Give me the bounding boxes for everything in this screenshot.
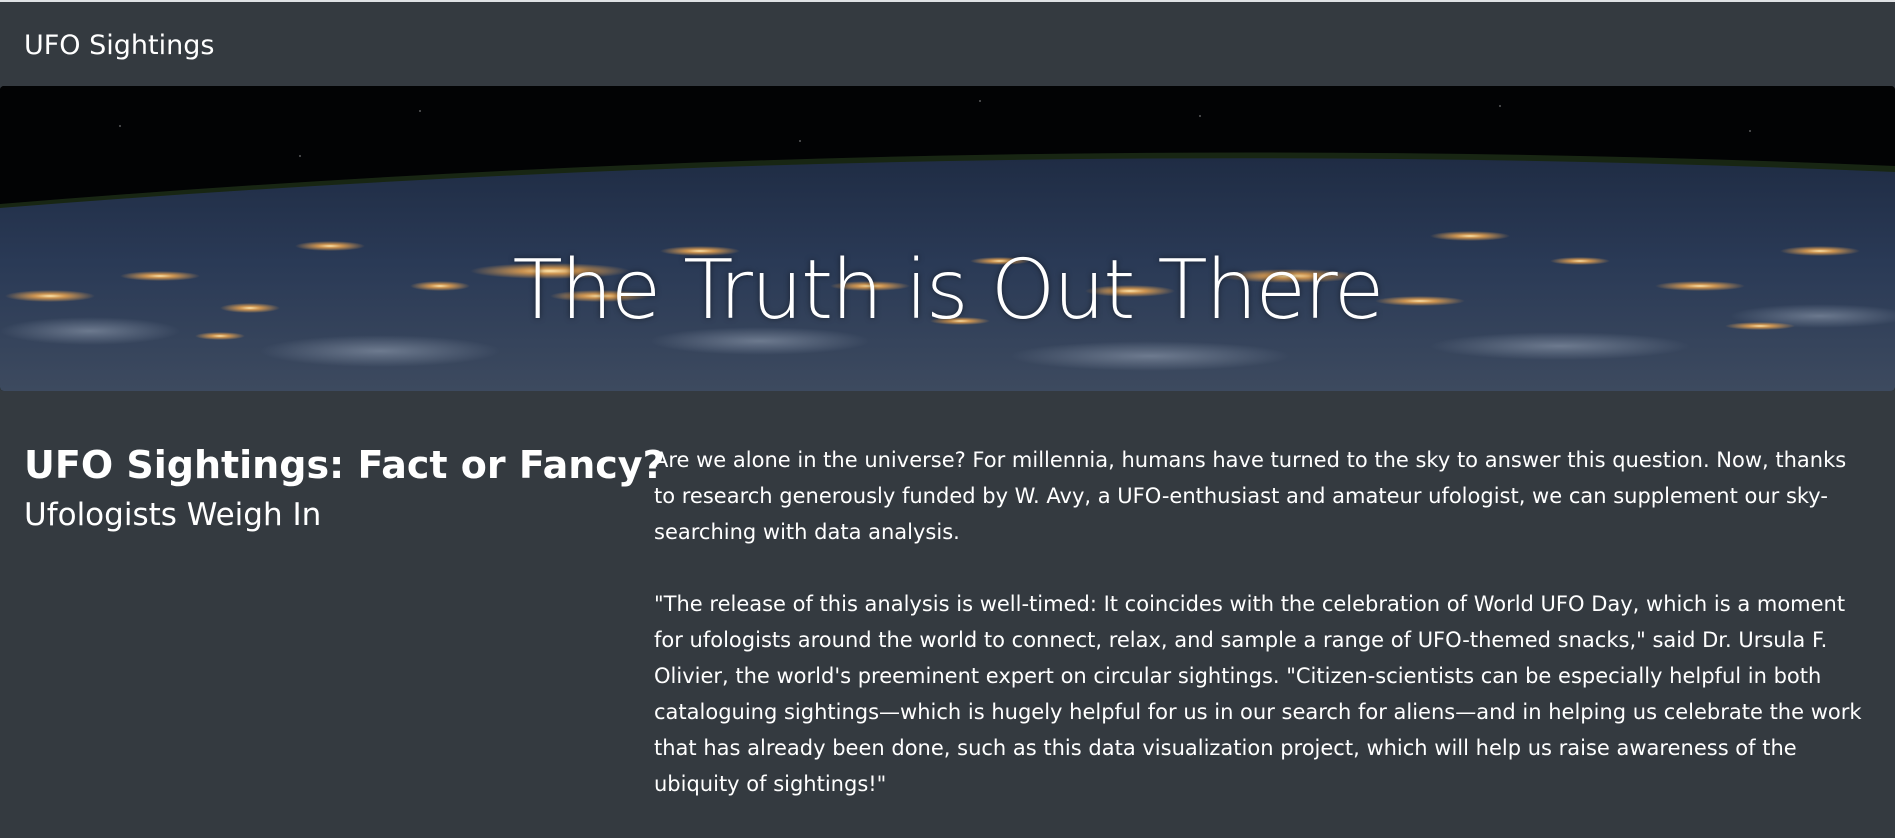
article-body: Are we alone in the universe? For millen… <box>654 442 1872 838</box>
navbar: UFO Sightings <box>0 2 1895 86</box>
navbar-brand-link[interactable]: UFO Sightings <box>24 26 214 66</box>
hero-banner: The Truth is Out There <box>0 86 1895 391</box>
article-subtitle: Ufologists Weigh In <box>24 497 322 533</box>
article-heading-column: UFO Sightings: Fact or Fancy? Ufologists… <box>24 440 665 536</box>
article-title: UFO Sightings: Fact or Fancy? <box>24 443 665 487</box>
hero-title: The Truth is Out There <box>512 242 1385 338</box>
article-paragraph: Are we alone in the universe? For millen… <box>654 448 1847 544</box>
article-paragraph: "The release of this analysis is well-ti… <box>654 592 1862 796</box>
